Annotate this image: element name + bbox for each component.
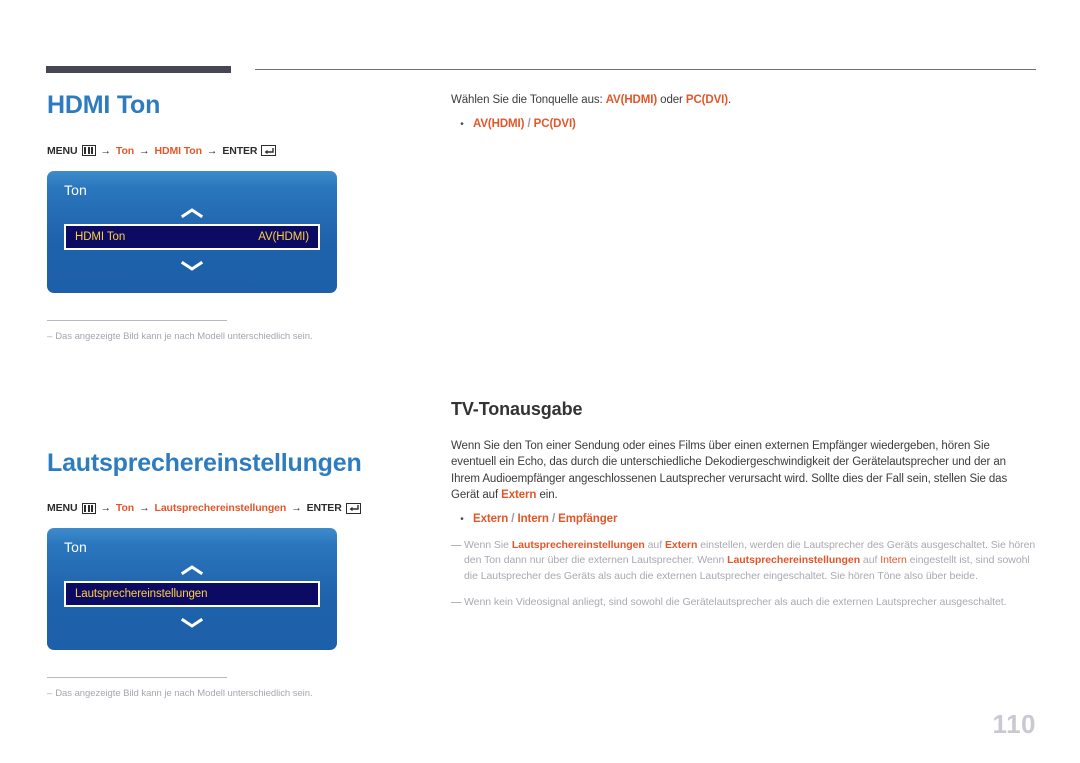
hdmi-intro-pre: Wählen Sie die Tonquelle aus: bbox=[451, 94, 606, 106]
breadcrumb-enter-label: ENTER bbox=[222, 144, 258, 157]
page-title-lautsprechereinstellungen: Lautsprechereinstellungen bbox=[47, 448, 362, 477]
footnote-hdmi-ton: – Das angezeigte Bild kann je nach Modell… bbox=[47, 319, 347, 342]
footnote-dash: – bbox=[47, 330, 53, 342]
breadcrumb-enter-label: ENTER bbox=[306, 502, 342, 514]
breadcrumb-path-ton: Ton bbox=[115, 144, 135, 157]
osd-menu-lautsprechereinstellungen: Ton Lautsprechereinstellungen bbox=[47, 528, 337, 650]
osd-row-value: AV(HDMI) bbox=[258, 230, 309, 243]
footnote-lautsprechereinstellungen: – Das angezeigte Bild kann je nach Modell… bbox=[47, 677, 347, 699]
note1-t4: auf bbox=[860, 554, 881, 566]
note1-accent-lautsprechereinstellungen-1: Lautsprechereinstellungen bbox=[511, 538, 645, 551]
hdmi-options-text: AV(HDMI) / PC(DVI) bbox=[473, 118, 576, 132]
osd-row-hdmi-ton[interactable]: HDMI Ton AV(HDMI) bbox=[64, 223, 320, 250]
tv-note-2: ― Wenn kein Videosignal anliegt, sind so… bbox=[451, 595, 1036, 611]
chevron-down-icon bbox=[47, 258, 337, 276]
hdmi-ton-description: Wählen Sie die Tonquelle aus: AV(HDMI) o… bbox=[451, 92, 1036, 132]
hdmi-intro-paragraph: Wählen Sie die Tonquelle aus: AV(HDMI) o… bbox=[451, 92, 1036, 109]
tv-option-empfaenger: Empfänger bbox=[558, 512, 618, 525]
subsection-title-tv-tonausgabe: TV-Tonausgabe bbox=[451, 398, 583, 419]
menu-bars-icon bbox=[81, 502, 96, 514]
note1-t2: auf bbox=[644, 538, 665, 551]
tv-options-bullet: • Extern / Intern / Empfänger bbox=[451, 513, 1036, 527]
footnote-dash: – bbox=[47, 688, 53, 699]
hdmi-options-bullet: • AV(HDMI) / PC(DVI) bbox=[451, 118, 1036, 132]
note-1-body: Wenn Sie Lautsprechereinstellungen auf E… bbox=[464, 538, 1036, 585]
breadcrumb-lautsprechereinstellungen: MENU → Ton → Lautsprechereinstellungen →… bbox=[47, 502, 427, 514]
bullet-dot-icon: • bbox=[460, 513, 464, 525]
tv-paragraph-post: ein. bbox=[536, 489, 558, 501]
enter-return-icon bbox=[345, 502, 361, 514]
breadcrumb-path-lautsprechereinstellungen: Lautsprechereinstellungen bbox=[154, 502, 287, 514]
tv-option-intern: Intern bbox=[517, 512, 549, 525]
header-rule-thick bbox=[46, 66, 231, 73]
note-dash: ― bbox=[451, 538, 462, 551]
hdmi-intro-option-pcdvi: PC(DVI) bbox=[685, 94, 728, 106]
hdmi-option-separator: / bbox=[524, 117, 534, 130]
page-title-hdmi-ton: HDMI Ton bbox=[47, 91, 161, 119]
tv-note-1: ― Wenn Sie Lautsprechereinstellungen auf… bbox=[451, 538, 1036, 585]
chevron-up-icon bbox=[47, 562, 337, 580]
note-2-body: Wenn kein Videosignal anliegt, sind sowo… bbox=[464, 596, 1007, 608]
section-hdmi-ton: HDMI Ton MENU → Ton → HDMI Ton → ENTER T… bbox=[47, 91, 427, 342]
chevron-up-icon bbox=[47, 205, 337, 223]
breadcrumb-arrow-2: → bbox=[139, 502, 150, 514]
hdmi-intro-post: . bbox=[728, 94, 732, 106]
header-rule-thin bbox=[255, 69, 1036, 70]
note1-accent-extern: Extern bbox=[664, 538, 698, 551]
breadcrumb-arrow-3: → bbox=[291, 502, 302, 514]
hdmi-intro-mid: oder bbox=[657, 94, 686, 106]
bullet-dot-icon: • bbox=[460, 118, 464, 130]
osd-row-label: HDMI Ton bbox=[75, 230, 126, 243]
enter-return-icon bbox=[261, 145, 277, 156]
osd-title-ton: Ton bbox=[64, 539, 87, 555]
page-number: 110 bbox=[992, 709, 1036, 739]
hdmi-option-avhdmi: AV(HDMI) bbox=[473, 117, 525, 130]
tv-option-separator-1: / bbox=[508, 512, 518, 525]
osd-row-label: Lautsprechereinstellungen bbox=[75, 588, 208, 600]
footnote-text: Das angezeigte Bild kann je nach Modell … bbox=[55, 688, 313, 699]
breadcrumb-path-ton: Ton bbox=[115, 502, 135, 514]
header-rule-group bbox=[46, 66, 1036, 76]
right-column: Wählen Sie die Tonquelle aus: AV(HDMI) o… bbox=[451, 92, 1036, 611]
breadcrumb-arrow-1: → bbox=[100, 502, 112, 514]
osd-row-lautsprechereinstellungen[interactable]: Lautsprechereinstellungen bbox=[64, 581, 320, 607]
chevron-down-icon bbox=[47, 615, 337, 633]
tv-option-extern: Extern bbox=[473, 512, 509, 525]
note1-accent-intern: Intern bbox=[880, 554, 907, 566]
note1-accent-lautsprechereinstellungen-2: Lautsprechereinstellungen bbox=[727, 554, 861, 566]
breadcrumb-hdmi-ton: MENU → Ton → HDMI Ton → ENTER bbox=[47, 145, 427, 157]
tv-options-text: Extern / Intern / Empfänger bbox=[473, 513, 617, 527]
tv-option-separator-2: / bbox=[548, 512, 559, 525]
breadcrumb-menu-label: MENU bbox=[47, 144, 78, 157]
tv-tonausgabe-paragraph: Wenn Sie den Ton einer Sendung oder eine… bbox=[451, 438, 1036, 504]
breadcrumb-arrow-3: → bbox=[206, 144, 218, 157]
tv-tonausgabe-block: TV-Tonausgabe Wenn Sie den Ton einer Sen… bbox=[451, 399, 1036, 611]
manual-page: HDMI Ton MENU → Ton → HDMI Ton → ENTER T… bbox=[0, 0, 1080, 763]
footnote-divider bbox=[47, 677, 227, 678]
section-lautsprechereinstellungen: Lautsprechereinstellungen MENU → Ton → L… bbox=[47, 448, 427, 699]
breadcrumb-path-hdmi-ton: HDMI Ton bbox=[154, 144, 203, 157]
osd-menu-hdmi-ton: Ton HDMI Ton AV(HDMI) bbox=[47, 170, 337, 293]
footnote-text-row: – Das angezeigte Bild kann je nach Modell… bbox=[47, 688, 347, 699]
menu-bars-icon bbox=[81, 145, 96, 156]
footnote-text: Das angezeigte Bild kann je nach Modell … bbox=[55, 330, 313, 342]
tv-paragraph-accent-extern: Extern bbox=[501, 489, 537, 501]
hdmi-intro-option-avhdmi: AV(HDMI) bbox=[605, 94, 658, 106]
hdmi-option-pcdvi: PC(DVI) bbox=[533, 117, 576, 130]
footnote-divider bbox=[47, 319, 227, 321]
breadcrumb-menu-label: MENU bbox=[47, 502, 78, 514]
breadcrumb-arrow-1: → bbox=[100, 144, 112, 157]
osd-title-ton: Ton bbox=[64, 181, 87, 198]
note-dash: ― bbox=[451, 596, 462, 608]
note1-t1: Wenn Sie bbox=[464, 538, 512, 551]
left-column: HDMI Ton MENU → Ton → HDMI Ton → ENTER T… bbox=[47, 91, 427, 699]
breadcrumb-arrow-2: → bbox=[139, 144, 150, 157]
footnote-text-row: – Das angezeigte Bild kann je nach Modell… bbox=[47, 331, 347, 342]
